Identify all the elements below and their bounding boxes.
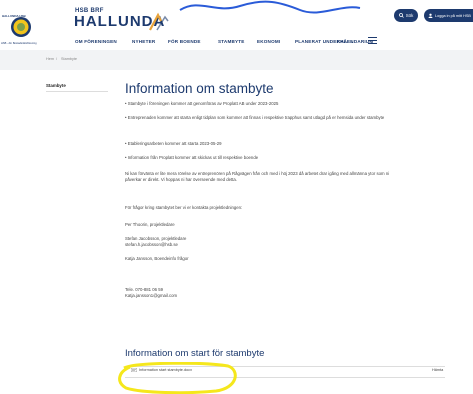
seal-top-text: HALLUNDA HSB [2,14,26,18]
contact-details: Tele. 070-881 06 59 Katja.jansson1@gmail… [125,287,178,299]
highlight-circle-annotation [118,362,237,394]
info-bullet-4: • Information från Proplatt kommer att s… [125,155,259,160]
search-button[interactable]: Sök [394,9,418,22]
info-bullet-1: • Stambyte i föreningen kommer att genom… [125,101,279,106]
download-link[interactable]: Hämta [432,368,443,372]
hamburger-menu-icon[interactable] [368,37,377,44]
info-bullet-3: • Etableringsarbeten kommer att starta 2… [125,141,222,146]
breadcrumb-current: Stambyte [61,57,78,61]
section-title: Information om start för stambyte [125,348,265,359]
seal-bottom-text: HSB - din Bostadsrättsförening [1,42,37,45]
nav-item-ekonomi[interactable]: EKONOMI [257,39,280,44]
contact-stefan: Stefan Jacobsson, projektledare stefan.h… [125,236,187,248]
user-icon [428,13,433,18]
nav-item-nyheter[interactable]: NYHETER [132,39,155,44]
contact-intro: För frågor kring stambytet ber vi er kon… [125,205,243,210]
breadcrumb-separator: / [56,57,58,61]
nav-item-for-boende[interactable]: FÖR BOENDE [168,39,201,44]
search-icon [398,13,404,18]
nav-item-stambyte[interactable]: STAMBYTE [218,39,245,44]
contact-per: Per Thoorin, projektledare [125,222,175,227]
nav-item-om-foreningen[interactable]: OM FÖRENINGEN [75,39,117,44]
info-paragraph: Ni kan förvänta er lite mera rörelse av … [125,171,390,183]
search-button-label: Sök [405,13,414,18]
contact-katja: Katja Jansson, Boendeinfo frågor [125,256,189,261]
breadcrumb-home[interactable]: Hem [46,57,54,61]
info-bullet-2: • Entreprenaden kommer att starta enligt… [125,115,385,120]
login-button[interactable]: Logga in på mitt HSB [424,9,473,22]
sidebar-divider [46,91,108,92]
sidebar-item-stambyte[interactable]: Stambyte [46,83,66,88]
handwritten-mark [179,0,361,14]
page-title: Information om stambyte [125,81,274,96]
brand-roof-icon [149,12,169,31]
login-button-label: Logga in på mitt HSB [435,13,471,18]
